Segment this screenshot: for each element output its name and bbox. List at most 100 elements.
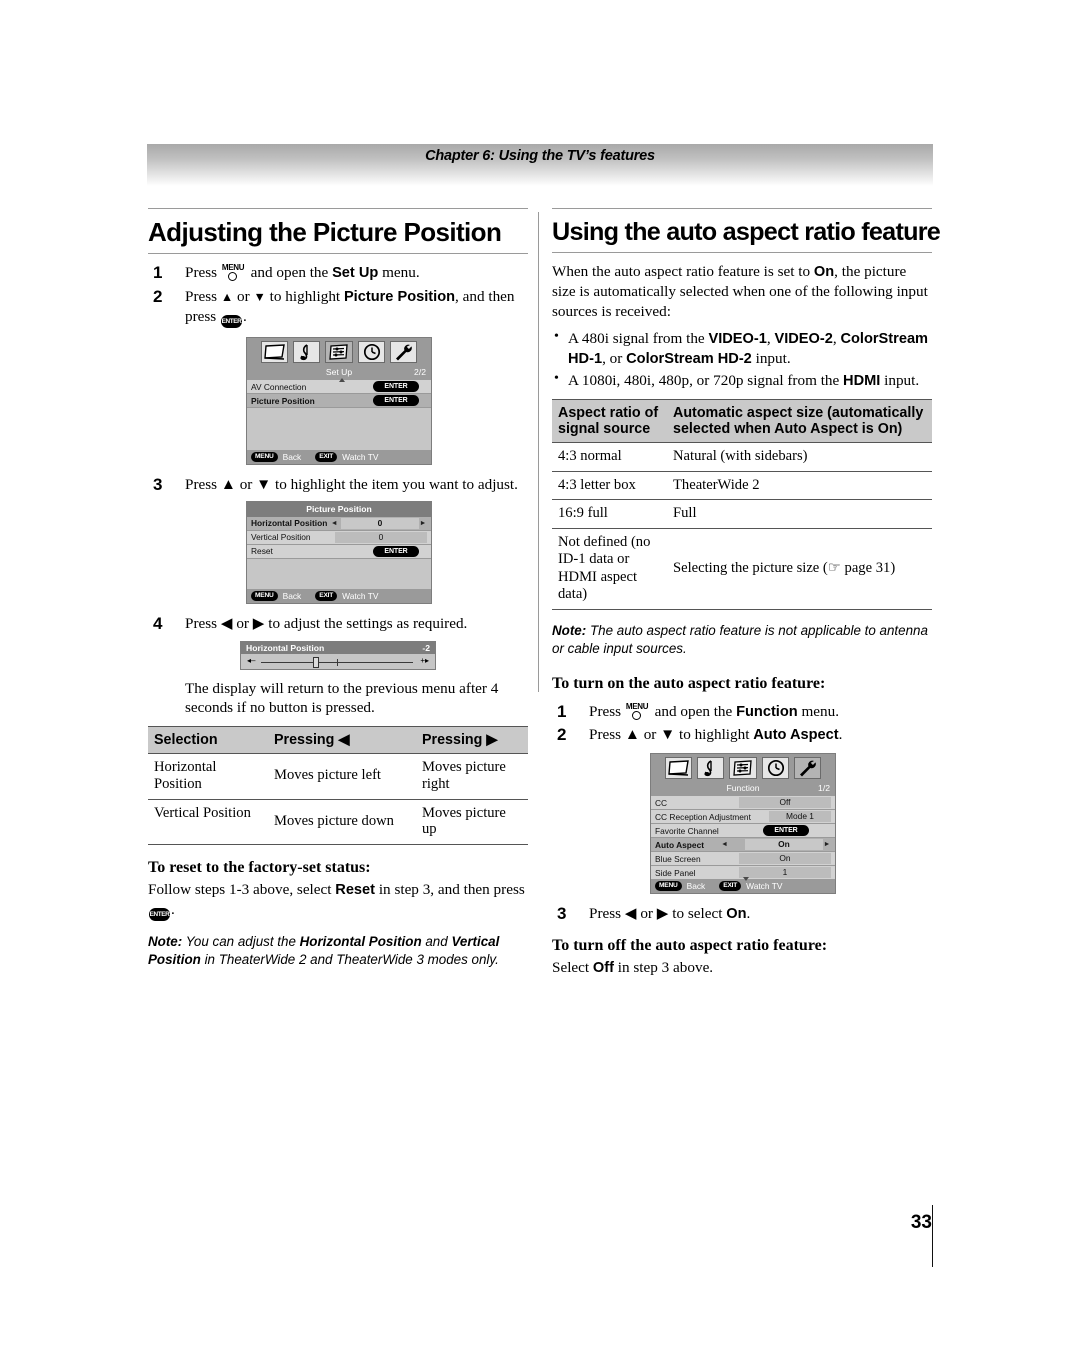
cell-auto-size: Selecting the picture size (☞ page 31): [667, 528, 932, 611]
right-arrow-icon[interactable]: ►: [823, 839, 831, 850]
wrench-icon[interactable]: [793, 757, 822, 780]
osd-setup-title: Set Up: [325, 367, 353, 378]
left-arrow-icon[interactable]: ◄: [330, 518, 338, 529]
step-4-text: Press ◀ or ▶ to adjust the settings as r…: [185, 614, 468, 632]
osd-pp-title-row: Picture Position: [247, 501, 431, 517]
page-number-rule: [932, 1205, 933, 1267]
osd-row-picture-position[interactable]: Picture Position ENTER: [247, 394, 431, 409]
note-text-a: You can adjust the: [185, 933, 296, 949]
osd-row-value: On: [739, 853, 831, 865]
step-1-number: 1: [153, 263, 163, 283]
osd-function-icon-row: [651, 754, 835, 782]
intro-bold-on: On: [813, 264, 835, 281]
note-bold-a: Horizontal Position: [299, 933, 422, 949]
osd-row-label: AV Connection: [251, 381, 307, 392]
step-1-text-c: menu.: [382, 264, 420, 282]
osd-setup-menu: Set Up 2/2 AV Connection ENTER Picture P…: [246, 337, 432, 466]
note-text-b: and: [425, 933, 448, 949]
step-2: 2 Press ▲ or ▼ to highlight Picture Posi…: [148, 287, 528, 329]
osd-row-vertical-position[interactable]: Vertical Position 0: [247, 530, 431, 545]
osd-row-value: 1: [739, 867, 831, 879]
aspect-ratio-table: Aspect ratio of signal source Automatic …: [552, 398, 932, 611]
osd-row-av-connection[interactable]: AV Connection ENTER: [247, 380, 431, 395]
music-note-icon[interactable]: [293, 341, 321, 364]
osd-function-menu: Function 1/2 CC Off CC Reception Adjustm…: [650, 753, 836, 895]
osd-row-cc[interactable]: CC Off: [651, 796, 835, 811]
osd-row-label: CC: [655, 797, 668, 808]
step-3-text: Press ▲ or ▼ to highlight the item you w…: [185, 476, 518, 494]
menu-pill-text: Back: [282, 590, 302, 601]
caret-down-icon: [743, 877, 749, 882]
slider-left-marker: ◂–: [247, 655, 256, 665]
osd-row-value: Off: [739, 797, 831, 809]
left-arrow-icon[interactable]: ◄: [721, 839, 729, 850]
intro-text-a: When the auto aspect ratio feature is se…: [552, 263, 811, 281]
reset-text-b: in step 3, and then press: [378, 881, 525, 899]
table-header-row: Aspect ratio of signal source Automatic …: [552, 398, 932, 443]
step-1-text-a: Press: [185, 264, 218, 282]
bullet-1-video2: VIDEO-2: [774, 331, 833, 348]
step-4: 4 Press ◀ or ▶ to adjust the settings as…: [148, 614, 528, 634]
on-step2-b: .: [838, 726, 843, 744]
music-note-icon[interactable]: [697, 757, 725, 780]
osd-row-auto-aspect[interactable]: Auto Aspect ◄ On ►: [651, 838, 835, 853]
right-column: Using the auto aspect ratio feature When…: [552, 208, 941, 986]
table-row: 16:9 full Full: [552, 499, 932, 530]
osd-row-horizontal-position[interactable]: Horizontal Position ◄ 0 ►: [247, 516, 431, 531]
osd-function-page: 1/2: [818, 783, 830, 794]
on-step3-b: .: [746, 905, 751, 923]
menu-pill-text: Back: [686, 881, 706, 892]
osd-setup-title-row: Set Up 2/2: [247, 365, 431, 383]
osd-row-favorite-channel[interactable]: Favorite Channel ENTER: [651, 824, 835, 839]
slider-thumb[interactable]: [313, 656, 319, 668]
clock-icon[interactable]: [761, 757, 789, 780]
bullet-1-mid3: , or: [602, 350, 627, 368]
osd-slider-track-wrap[interactable]: ◂– +▸: [241, 654, 435, 669]
bullet-2-post: input.: [880, 372, 920, 390]
step-3-number: 3: [153, 475, 163, 495]
menu-key-icon: MENU: [222, 264, 246, 282]
osd-pp-empty-area: [247, 558, 431, 589]
left-note: Note: You can adjust the Horizontal Posi…: [148, 933, 528, 968]
cell-auto-size: Natural (with sidebars): [667, 442, 932, 472]
osd-row-label: Blue Screen: [655, 853, 701, 864]
up-arrow-icon: ▲: [220, 290, 234, 305]
page-number: 33: [910, 1212, 932, 1233]
turn-off-paragraph: Select Off in step 3 above.: [552, 958, 932, 978]
osd-row-blue-screen[interactable]: Blue Screen On: [651, 852, 835, 867]
right-arrow-icon[interactable]: ►: [419, 518, 427, 529]
step-2-text-c: to highlight: [269, 288, 341, 306]
left-column: Adjusting the Picture Position 1 Press M…: [148, 208, 528, 968]
tv-screen-icon[interactable]: [261, 341, 289, 364]
clock-icon[interactable]: [357, 341, 385, 364]
tv-screen-icon[interactable]: [665, 757, 693, 780]
turn-off-bold: Off: [592, 960, 614, 977]
left-title-rule-bottom: [148, 253, 528, 255]
osd-row-cc-reception-adjustment[interactable]: CC Reception Adjustment Mode 1: [651, 810, 835, 825]
menu-pill: MENU: [251, 590, 278, 601]
osd-row-label: CC Reception Adjustment: [655, 811, 751, 822]
wrench-icon[interactable]: [389, 341, 418, 364]
menu-pill: MENU: [251, 452, 278, 463]
osd-row-value: Mode 1: [769, 811, 831, 823]
setup-lines-icon[interactable]: [729, 757, 757, 780]
down-arrow-icon: ▼: [253, 290, 266, 305]
setup-lines-icon[interactable]: [325, 341, 353, 364]
osd-enter-badge: ENTER: [763, 825, 809, 837]
on-step1-bold: Function: [736, 703, 798, 720]
osd-row-value: 0: [335, 531, 427, 543]
reset-text-c: .: [171, 900, 175, 918]
cell-selection: Horizontal Position: [148, 753, 268, 800]
th-pressing-left: Pressing ◀: [268, 725, 416, 754]
osd-row-label: Side Panel: [655, 867, 696, 878]
cell-signal-aspect: 4:3 letter box: [552, 471, 667, 501]
osd-row-reset[interactable]: Reset ENTER: [247, 544, 431, 559]
bullet-1-pre: A 480i signal from the: [568, 330, 709, 348]
on-step1-a: Press: [589, 702, 622, 720]
osd-pp-footer: MENU Back EXIT Watch TV: [247, 588, 431, 603]
osd-row-label: Horizontal Position: [251, 518, 328, 529]
on-step2-bold: Auto Aspect: [753, 727, 839, 744]
turn-off-a: Select: [552, 959, 590, 977]
step-1-text-b: and open the: [250, 264, 329, 282]
enter-key-icon: ENTER: [221, 315, 243, 329]
